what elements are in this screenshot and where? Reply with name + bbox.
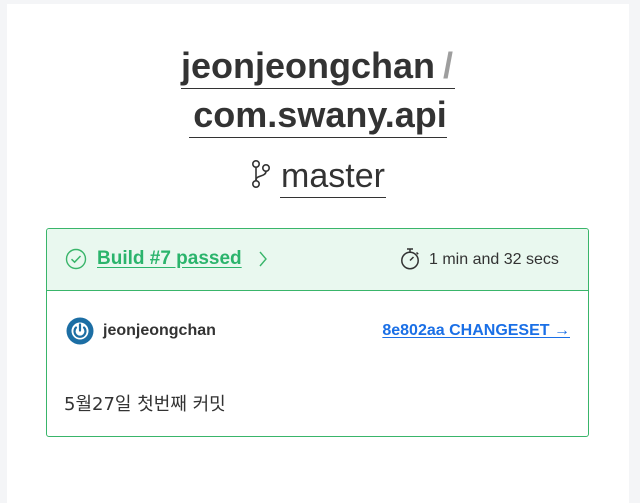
branch-row: master xyxy=(7,155,629,199)
repo-separator: / xyxy=(443,45,454,86)
avatar-icon xyxy=(66,317,94,345)
chevron-right-icon[interactable] xyxy=(257,249,269,269)
stopwatch-icon xyxy=(401,248,419,270)
check-circle-icon xyxy=(65,248,87,270)
changeset-link[interactable]: 8e802aa CHANGESET → xyxy=(382,321,570,341)
commit-author: jeonjeongchan xyxy=(103,322,216,339)
build-card: jeonjeongchan / com.swany.api master Buil… xyxy=(7,4,629,503)
repo-title: jeonjeongchan / com.swany.api xyxy=(7,44,629,138)
branch-name[interactable]: master xyxy=(280,155,386,198)
repo-owner[interactable]: jeonjeongchan xyxy=(181,45,435,86)
repo-title-line: jeonjeongchan / xyxy=(180,44,456,89)
build-header: Build #7 passed 1 min and 32 secs xyxy=(47,229,588,291)
build-duration: 1 min and 32 secs xyxy=(429,251,559,268)
build-summary: Build #7 passed 1 min and 32 secs jeonje… xyxy=(46,228,589,437)
git-branch-icon xyxy=(252,159,271,188)
build-status-link[interactable]: Build #7 passed xyxy=(97,248,242,270)
repo-name[interactable]: com.swany.api xyxy=(189,93,447,138)
commit-message: 5월27일 첫번째 커밋 xyxy=(64,394,226,415)
